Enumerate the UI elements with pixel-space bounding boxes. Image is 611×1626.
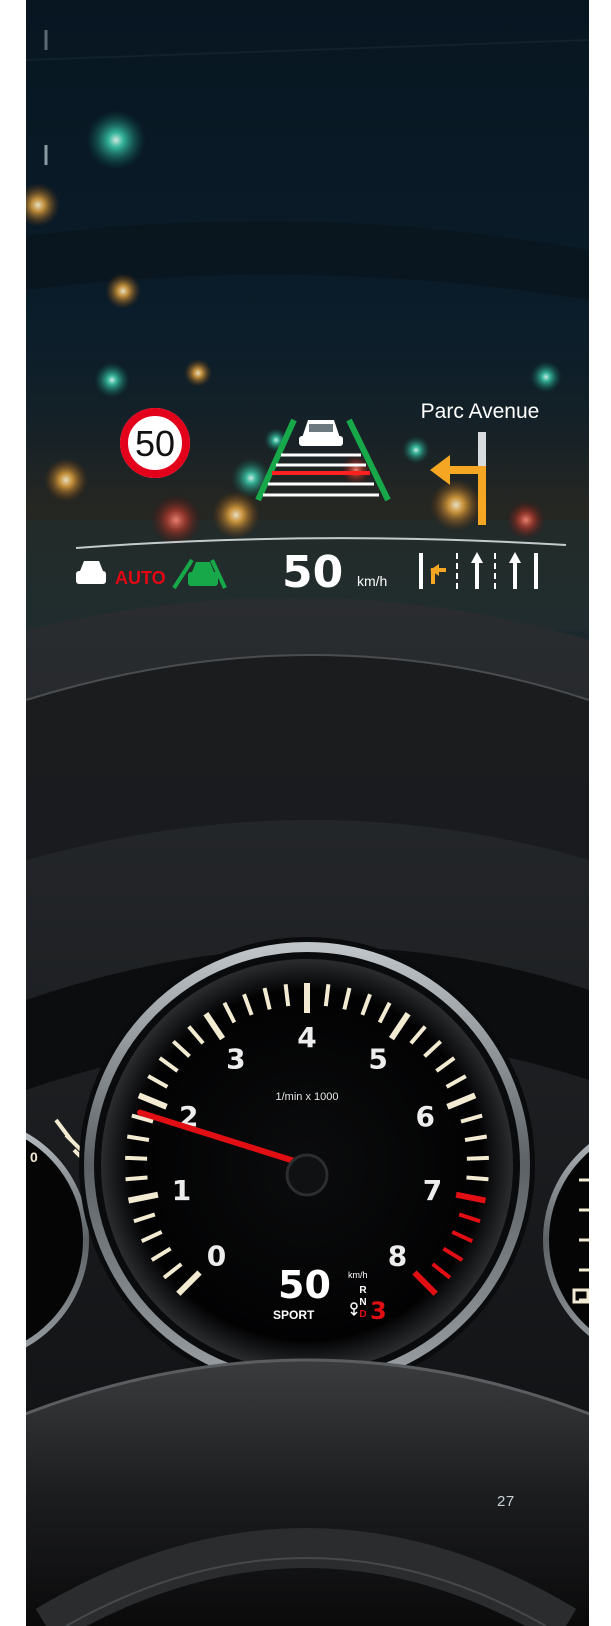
page-number: 27: [497, 1493, 515, 1510]
cockpit-scene: 50 Parc Avenue AUTO 50 km/h 0 012345678 …: [26, 30, 589, 1626]
digital-speed-value: 50: [278, 1263, 331, 1307]
tachometer-tick: [125, 1155, 148, 1161]
cruise-mode-label: AUTO: [115, 568, 166, 588]
speed-limit-sign: 50: [120, 408, 190, 478]
tachometer-tick: [283, 984, 291, 1007]
speed-limit-value: 50: [135, 423, 175, 464]
tachometer-number-6: 6: [416, 1100, 435, 1133]
svg-text:0: 0: [30, 1149, 38, 1165]
current-gear: 3: [370, 1297, 387, 1325]
hud-speed-value: 50: [282, 547, 343, 598]
gear-position-n: N: [359, 1297, 366, 1308]
tachometer: 012345678 1/min x 1000 50 km/h SPORT R N…: [79, 937, 535, 1393]
tachometer-tick: [323, 984, 331, 1007]
gear-position-d: D: [359, 1309, 366, 1320]
tachometer-number-5: 5: [368, 1043, 387, 1076]
tachometer-number-4: 4: [297, 1021, 316, 1054]
tachometer-tick: [125, 1175, 148, 1182]
digital-speed-unit: km/h: [348, 1270, 368, 1280]
tachometer-tick: [466, 1155, 489, 1161]
street-name: Parc Avenue: [421, 400, 540, 423]
tachometer-number-3: 3: [226, 1043, 245, 1076]
tachometer-scale-label: 1/min x 1000: [276, 1091, 339, 1103]
gear-position-r: R: [359, 1285, 367, 1296]
tachometer-tick: [466, 1175, 489, 1182]
tachometer-number-1: 1: [172, 1174, 191, 1207]
drive-mode-label: SPORT: [273, 1308, 315, 1322]
tachometer-number-8: 8: [388, 1240, 407, 1273]
needle-hub: [285, 1153, 329, 1197]
hud-speed-unit: km/h: [357, 573, 387, 589]
cockpit-photo: 50 Parc Avenue AUTO 50 km/h 0 0 1 2 3 4 …: [26, 0, 589, 1626]
tachometer-number-0: 0: [207, 1240, 226, 1273]
tachometer-number-7: 7: [423, 1174, 442, 1207]
